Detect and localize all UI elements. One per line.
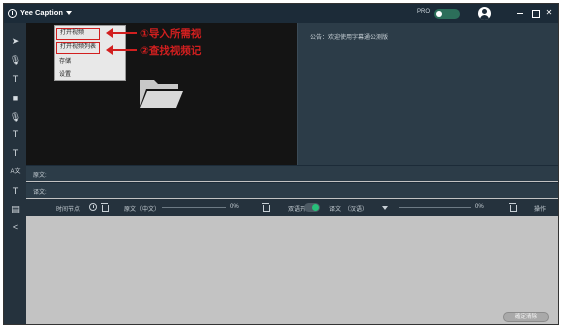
original-text-label: 原文: bbox=[33, 173, 47, 179]
subtitle-icon[interactable]: T bbox=[9, 185, 22, 198]
close-button[interactable]: ✕ bbox=[544, 8, 554, 18]
subtitle-list-area: 確定清除 bbox=[26, 216, 558, 324]
annotation-step-2: ②查找视频记 bbox=[140, 45, 202, 57]
notice-panel: 公告：欢迎使用字幕通公测版 bbox=[297, 23, 558, 165]
app-title: Yee Caption bbox=[20, 8, 63, 17]
notice-text: 公告：欢迎使用字幕通公测版 bbox=[310, 35, 389, 41]
text-style-icon[interactable]: T bbox=[9, 147, 22, 160]
annotation-step-1: ①导入所需视 bbox=[140, 28, 202, 40]
translation-text-label: 译文: bbox=[33, 190, 47, 196]
text-box-icon[interactable]: T bbox=[9, 128, 22, 141]
title-bar: Yee Caption PRO ✕ bbox=[4, 4, 558, 23]
translation-progress: 0% bbox=[475, 204, 484, 210]
translation-progress-track bbox=[399, 207, 471, 208]
left-toolbar: ➤ 🎙 T ■ 🎙 T T A文 T ▤ < bbox=[4, 23, 26, 324]
trash-icon[interactable] bbox=[262, 203, 270, 212]
rectangle-icon[interactable]: ■ bbox=[9, 92, 22, 105]
microphone-icon[interactable]: 🎙 bbox=[9, 54, 22, 67]
control-bar: 时间节点 原文（中文） 0% 双语开关 译文 （汉语） 0% 操作 bbox=[26, 199, 558, 216]
original-language-label: 原文（中文） bbox=[124, 207, 161, 213]
clock-icon[interactable] bbox=[89, 203, 97, 211]
original-progress: 0% bbox=[230, 204, 239, 210]
trash-icon[interactable] bbox=[101, 203, 109, 212]
maximize-button[interactable] bbox=[530, 8, 540, 18]
time-nodes-label: 时间节点 bbox=[56, 207, 81, 213]
menu-item-settings[interactable]: 设置 bbox=[56, 69, 100, 81]
toggle-knob bbox=[436, 11, 442, 17]
switch-knob bbox=[312, 204, 319, 211]
bilingual-switch[interactable] bbox=[304, 203, 320, 212]
power-logo-icon bbox=[8, 9, 17, 18]
pro-toggle[interactable] bbox=[434, 9, 460, 19]
app-menu-dropdown-icon[interactable] bbox=[66, 11, 72, 15]
pro-label: PRO bbox=[417, 9, 431, 15]
text-icon[interactable]: T bbox=[9, 73, 22, 86]
mic-settings-icon[interactable]: 🎙 bbox=[9, 111, 22, 124]
share-icon[interactable]: < bbox=[9, 221, 22, 234]
menu-item-open-video-list[interactable]: 打开视频列表 bbox=[56, 42, 100, 54]
user-avatar-icon[interactable] bbox=[478, 7, 491, 20]
minimize-button[interactable] bbox=[515, 8, 525, 18]
menu-item-save[interactable]: 存储 bbox=[56, 56, 100, 68]
trash-icon[interactable] bbox=[509, 203, 517, 212]
translation-language-select[interactable]: （汉语） bbox=[344, 204, 368, 213]
app-window: Yee Caption PRO ✕ ➤ 🎙 T ■ 🎙 T T A文 T ▤ <… bbox=[3, 3, 559, 325]
original-progress-track bbox=[162, 207, 226, 208]
translation-label: 译文 bbox=[329, 207, 342, 213]
annotation-arrow-1 bbox=[106, 28, 137, 38]
film-icon[interactable]: ▤ bbox=[9, 203, 22, 216]
annotation-arrow-2 bbox=[106, 45, 137, 55]
pointer-icon[interactable]: ➤ bbox=[9, 35, 22, 48]
translate-icon[interactable]: A文 bbox=[9, 166, 22, 179]
open-folder-icon[interactable] bbox=[138, 76, 184, 110]
menu-item-open-video[interactable]: 打开视频 bbox=[56, 28, 100, 40]
chevron-down-icon[interactable] bbox=[382, 206, 388, 210]
clear-button[interactable]: 確定清除 bbox=[503, 312, 549, 322]
translation-text-row[interactable]: 译文: bbox=[26, 182, 558, 198]
original-text-row[interactable]: 原文: bbox=[26, 165, 558, 181]
operation-label: 操作 bbox=[534, 207, 547, 213]
